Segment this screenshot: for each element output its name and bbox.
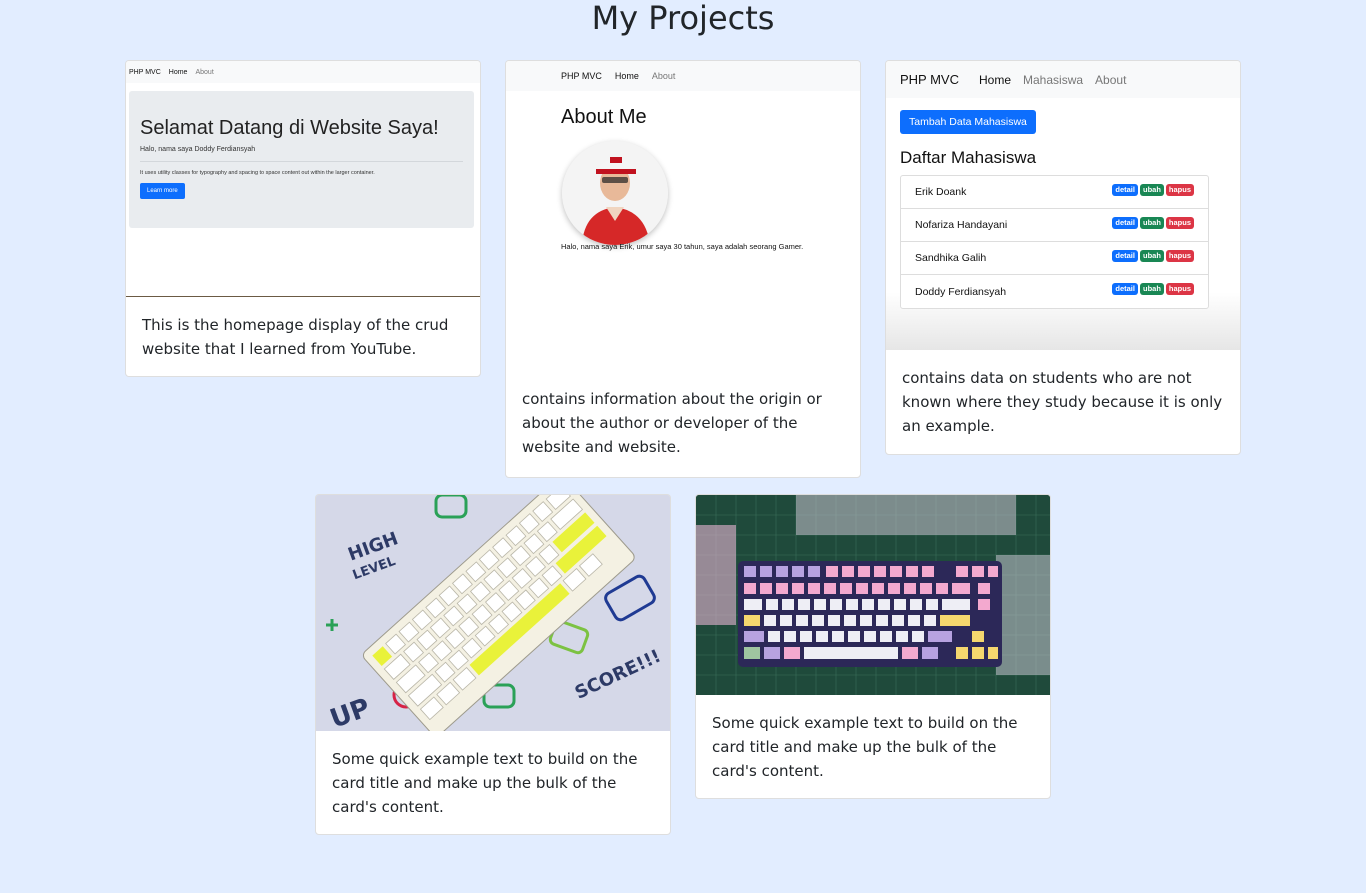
preview-navbar: PHP MVC Home About [126,61,480,83]
project-card: HIGH LEVEL SCORE!!! UP Some quick exampl [315,494,671,835]
preview-nav-home: Home [614,71,639,81]
page-title: My Projects [591,0,775,37]
preview-nav-about: About [195,68,214,76]
card-text: Some quick example text to build on the … [332,750,638,816]
detail-badge: detail [1112,217,1138,229]
ubah-badge: ubah [1139,184,1164,196]
student-name: Nofariza Handayani [915,219,1008,231]
project-card: PHP MVC Home About About Me Halo, nama s… [505,60,861,478]
preview-nav-home: Home [979,72,1012,87]
preview-brand: PHP MVC [561,71,602,81]
ubah-badge: ubah [1139,283,1164,295]
preview-add-button: Tambah Data Mahasiswa [900,110,1036,134]
preview-divider [140,161,463,162]
detail-badge: detail [1112,283,1138,295]
hapus-badge: hapus [1165,184,1194,196]
ubah-badge: ubah [1139,250,1164,262]
preview-text: It uses utility classes for typography a… [140,170,375,176]
preview-text: Halo, nama saya Erik, umur saya 30 tahun… [561,242,804,251]
list-item: Sandhika Galih detail ubah hapus [901,242,1208,275]
project-screenshot: PHP MVC Home Mahasiswa About Tambah Data… [886,61,1240,350]
preview-heading: Daftar Mahasiswa [900,148,1037,167]
student-name: Erik Doank [915,186,967,198]
hapus-badge: hapus [1165,283,1194,295]
detail-badge: detail [1112,250,1138,262]
keyboard-photo: HIGH LEVEL SCORE!!! UP [316,495,670,731]
keyboard-photo [696,495,1050,695]
project-card: PHP MVC Home About Selamat Datang di Web… [125,60,481,377]
avatar [562,141,668,245]
project-screenshot: PHP MVC Home About Selamat Datang di Web… [126,61,480,297]
preview-brand: PHP MVC [129,68,161,76]
list-item: Nofariza Handayani detail ubah hapus [901,209,1208,242]
detail-badge: detail [1112,184,1138,196]
card-text: contains data on students who are not kn… [902,369,1223,435]
list-item: Doddy Ferdiansyah detail ubah hapus [901,275,1208,308]
list-item: Erik Doank detail ubah hapus [901,176,1208,209]
preview-brand: PHP MVC [900,72,959,87]
project-screenshot: PHP MVC Home About About Me Halo, nama s… [506,61,860,371]
preview-nav-home: Home [168,68,188,76]
card-text: contains information about the origin or… [522,390,822,456]
ubah-badge: ubah [1139,217,1164,229]
hapus-badge: hapus [1165,217,1194,229]
preview-navbar: PHP MVC Home About [506,61,860,91]
preview-navbar: PHP MVC Home Mahasiswa About [886,61,1240,98]
student-list: Erik Doank detail ubah hapus Nofariza Hand… [900,175,1209,309]
card-text: Some quick example text to build on the … [712,714,1018,780]
preview-heading: About Me [561,106,647,128]
preview-lead: Halo, nama saya Doddy Ferdiansyah [140,146,256,153]
preview-nav-mahasiswa: Mahasiswa [1023,72,1084,87]
project-card: Some quick example text to build on the … [695,494,1051,799]
card-text: This is the homepage display of the crud… [142,316,449,358]
preview-jumbotron: Selamat Datang di Website Saya! Halo, na… [129,91,474,228]
hapus-badge: hapus [1165,250,1194,262]
preview-nav-about: About [1095,72,1127,87]
preview-heading: Selamat Datang di Website Saya! [140,117,439,139]
student-name: Doddy Ferdiansyah [915,285,1007,298]
preview-learn-more-button: Learn more [140,183,185,199]
project-card: PHP MVC Home Mahasiswa About Tambah Data… [885,60,1241,455]
student-name: Sandhika Galih [915,252,987,264]
preview-nav-about: About [651,71,676,81]
